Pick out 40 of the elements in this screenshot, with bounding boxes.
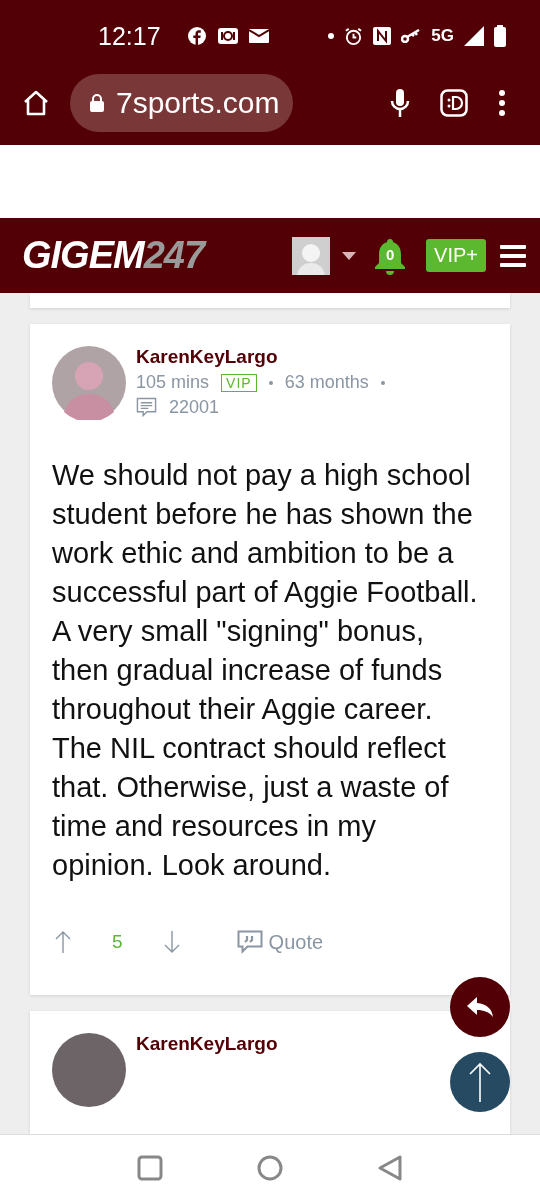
avatar-icon[interactable] bbox=[292, 236, 331, 275]
caret-icon[interactable] bbox=[342, 251, 357, 260]
home-icon[interactable] bbox=[22, 88, 50, 117]
member-tenure: 63 months bbox=[284, 372, 369, 393]
key-icon bbox=[401, 29, 422, 43]
nfc-icon bbox=[373, 27, 392, 45]
radio-icon bbox=[216, 27, 239, 45]
upvote-icon[interactable] bbox=[54, 930, 72, 954]
microphone-icon[interactable] bbox=[390, 87, 410, 118]
recents-icon[interactable] bbox=[137, 1154, 163, 1181]
site-logo[interactable]: GIGEM247 bbox=[22, 234, 205, 277]
reply-icon bbox=[465, 995, 495, 1019]
arrow-up-icon bbox=[468, 1062, 492, 1102]
alarm-icon bbox=[344, 26, 364, 46]
comment-icon bbox=[136, 397, 157, 418]
network-label: 5G bbox=[431, 26, 454, 46]
separator-dot-icon bbox=[380, 380, 385, 385]
home-nav-icon[interactable] bbox=[257, 1154, 283, 1181]
status-time: 12:17 bbox=[98, 21, 161, 51]
downvote-icon[interactable] bbox=[162, 930, 181, 954]
post-count: 22001 bbox=[169, 397, 220, 418]
emoji-icon[interactable] bbox=[440, 88, 468, 117]
speech-bubble-icon bbox=[236, 930, 263, 954]
more-icon[interactable] bbox=[498, 88, 506, 117]
vote-count: 5 bbox=[112, 931, 123, 953]
author-name[interactable]: KarenKeyLargo bbox=[136, 346, 385, 368]
facebook-icon bbox=[186, 26, 207, 46]
menu-icon[interactable] bbox=[500, 244, 526, 267]
battery-icon bbox=[494, 25, 506, 47]
signal-icon bbox=[464, 26, 484, 46]
back-icon[interactable] bbox=[377, 1154, 403, 1181]
author-name[interactable]: KarenKeyLargo bbox=[136, 1033, 278, 1055]
vip-badge: VIP bbox=[221, 373, 257, 392]
post-time: 105 mins bbox=[136, 372, 210, 393]
lock-icon bbox=[90, 93, 104, 112]
separator-dot-icon bbox=[268, 380, 273, 385]
address-bar[interactable]: 7sports.com bbox=[70, 73, 294, 132]
post-text: We should not pay a high school student before he has shown the work ethic and ambition to be a successful part of Aggie Football. A very small "signing" bonus, then gradual increase of funds throughout their Aggie career. The NIL contract should reflect that. Otherwise, just a waste of time and resources in my opinion. Look around. bbox=[52, 458, 479, 883]
mail-icon bbox=[248, 28, 269, 44]
dot-icon bbox=[328, 33, 335, 39]
